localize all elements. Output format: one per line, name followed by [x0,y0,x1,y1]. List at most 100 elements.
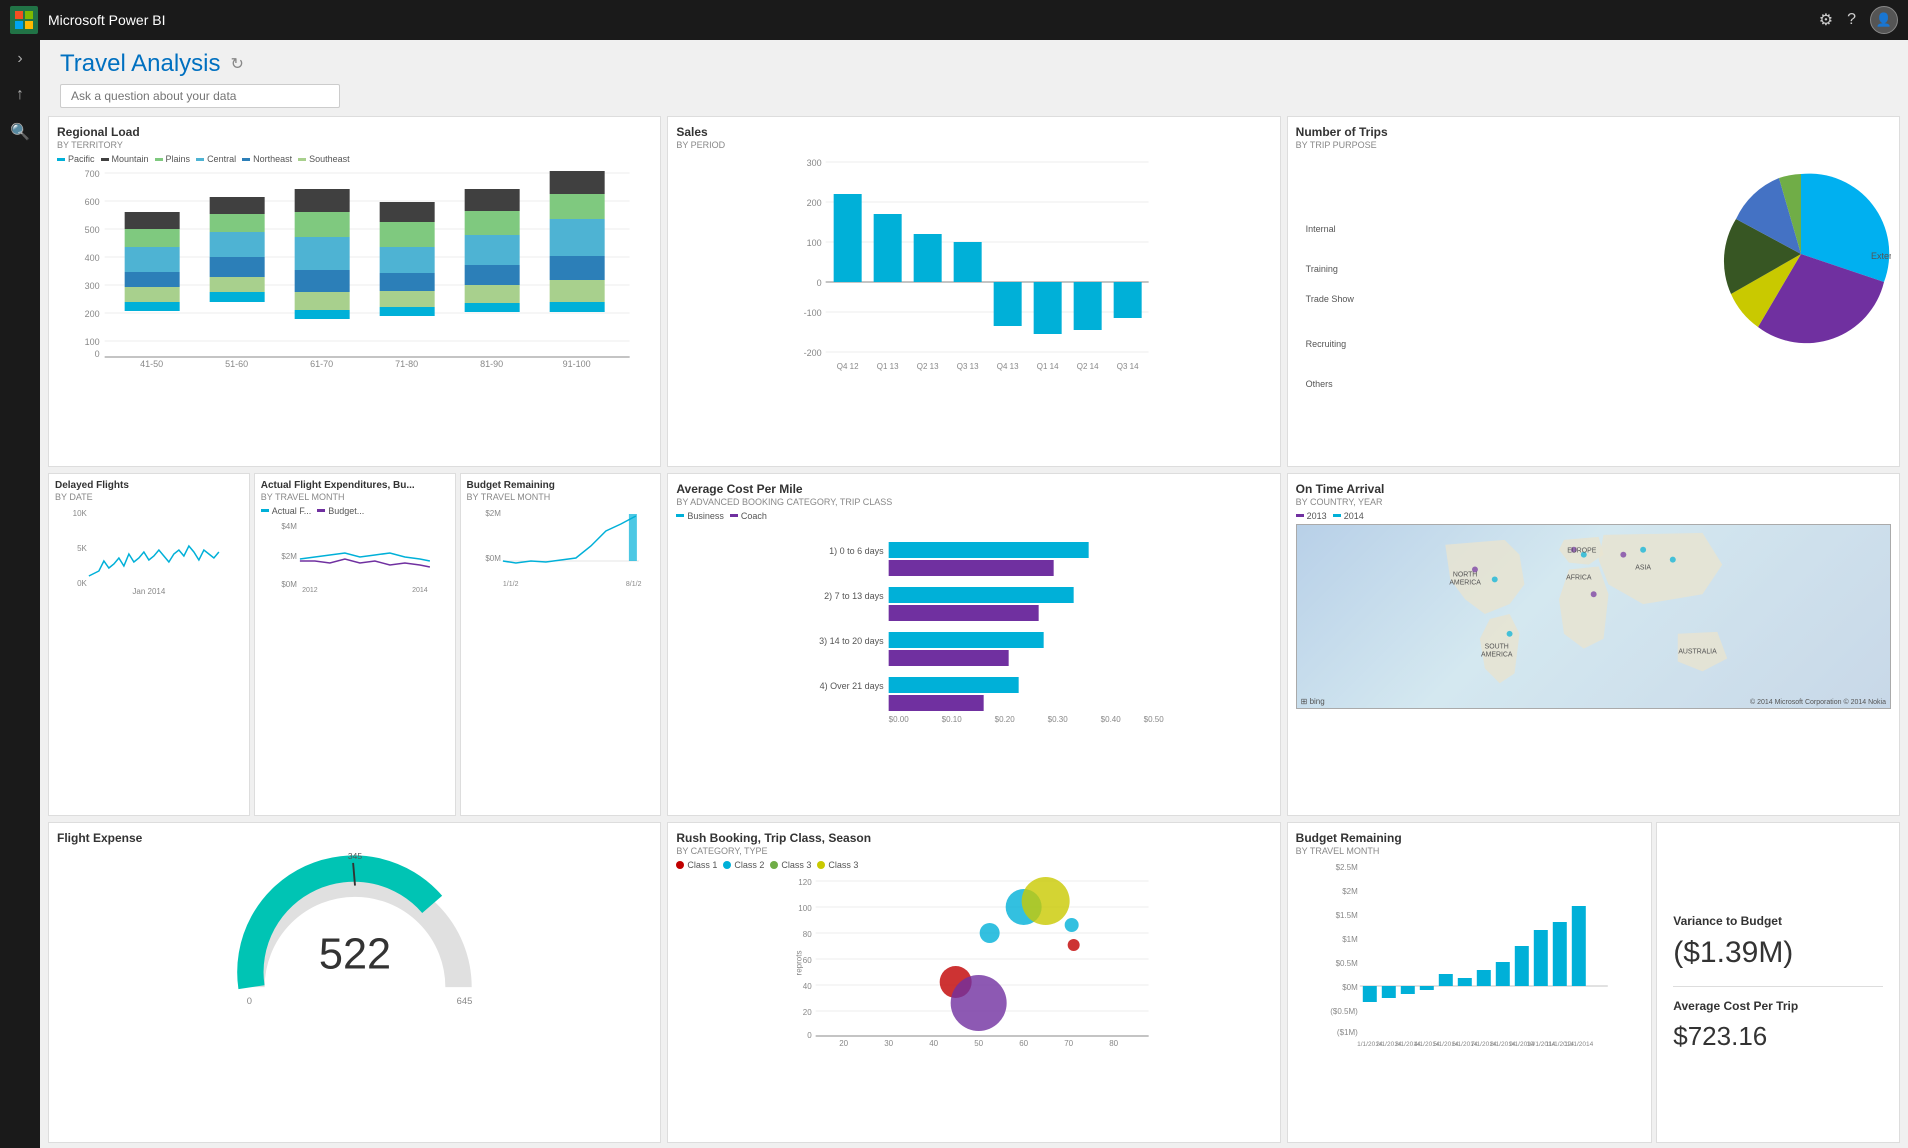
svg-text:AMERICA: AMERICA [1481,651,1513,658]
sales-chart: 300 200 100 0 -100 -200 [676,154,1271,374]
actual-chart: $4M $2M $0M 2012 2014 [261,519,449,594]
bubble-chart: 120 100 80 60 40 20 0 reprots 20 30 [676,873,1271,1048]
main-content: Travel Analysis ↻ Regional Load BY TERRI… [40,40,1908,1148]
search-bar[interactable] [60,84,1888,108]
svg-text:$0.10: $0.10 [942,715,963,724]
svg-text:$0M: $0M [1342,983,1358,992]
svg-text:60: 60 [803,956,812,965]
upload-icon[interactable]: ↑ [16,86,24,104]
budget-line-chart: $2M $0M 1/1/2 8/1/2 [467,506,655,591]
svg-text:$4M: $4M [281,522,297,531]
on-time-card: On Time Arrival BY COUNTRY, YEAR 2013 20… [1287,473,1900,817]
svg-text:400: 400 [85,253,100,263]
svg-text:645: 645 [456,995,472,1006]
svg-text:60: 60 [1020,1039,1029,1048]
search-input[interactable] [60,84,340,108]
budget-bar-chart: $2.5M $2M $1.5M $1M $0.5M $0M ($0.5M) ($… [1296,860,1644,1050]
svg-text:91-100: 91-100 [563,359,591,367]
svg-text:-100: -100 [804,308,822,318]
svg-text:4) Over 21 days: 4) Over 21 days [820,681,885,691]
number-trips-card: Number of Trips BY TRIP PURPOSE Training… [1287,116,1900,467]
svg-text:0: 0 [95,349,100,359]
svg-text:600: 600 [85,197,100,207]
svg-text:200: 200 [85,309,100,319]
regional-load-chart: 700 600 500 400 300 200 100 0 [57,167,652,367]
svg-text:$2.5M: $2.5M [1335,863,1358,872]
regional-load-subtitle: BY TERRITORY [57,140,652,150]
svg-text:Q1 13: Q1 13 [877,362,899,371]
svg-text:EUROPE: EUROPE [1567,547,1597,554]
sales-subtitle: BY PERIOD [676,140,1271,150]
budget-remaining-bar-card: Budget Remaining BY TRAVEL MONTH $2.5M $… [1287,822,1653,1143]
avg-cost-title: Average Cost Per Mile [676,482,1271,496]
svg-text:100: 100 [799,904,813,913]
svg-text:AMERICA: AMERICA [1449,579,1481,586]
svg-text:$2M: $2M [485,509,501,518]
svg-text:Jan 2014: Jan 2014 [132,587,165,596]
mini-cards-row: Delayed Flights BY DATE 10K 5K 0K Jan 20… [48,473,661,817]
svg-text:120: 120 [799,878,813,887]
svg-text:Q3 14: Q3 14 [1117,362,1139,371]
row3-col3: Budget Remaining BY TRAVEL MONTH $2.5M $… [1287,822,1900,1143]
svg-text:2014: 2014 [412,587,428,594]
sales-title: Sales [676,125,1271,139]
avg-trip-label: Average Cost Per Trip [1673,999,1883,1013]
svg-text:2012: 2012 [302,587,318,594]
svg-text:51-60: 51-60 [225,359,248,367]
variance-title: Variance to Budget [1673,914,1883,928]
svg-text:40: 40 [930,1039,939,1048]
avg-cost-card: Average Cost Per Mile BY ADVANCED BOOKIN… [667,473,1280,817]
svg-text:20: 20 [840,1039,849,1048]
delayed-chart: 10K 5K 0K Jan 2014 [55,506,243,596]
svg-text:Q2 13: Q2 13 [917,362,939,371]
refresh-icon[interactable]: ↻ [231,54,244,74]
topbar: Microsoft Power BI ⚙ ? 👤 [0,0,1908,40]
collapse-icon[interactable]: › [17,50,22,68]
svg-text:Q4 13: Q4 13 [997,362,1019,371]
svg-text:300: 300 [85,281,100,291]
svg-text:70: 70 [1065,1039,1074,1048]
svg-text:$0.00: $0.00 [889,715,910,724]
pie-chart: External [1711,164,1891,344]
search-icon[interactable]: 🔍 [10,122,30,142]
regional-load-legend: Pacific Mountain Plains Central Northeas… [57,154,652,164]
svg-text:2) 7 to 13 days: 2) 7 to 13 days [824,591,884,601]
avg-cost-legend: Business Coach [676,511,1271,521]
svg-text:100: 100 [807,238,822,248]
svg-text:300: 300 [807,158,822,168]
on-time-title: On Time Arrival [1296,482,1891,496]
svg-text:71-80: 71-80 [395,359,418,367]
svg-text:$0M: $0M [485,554,501,563]
help-icon[interactable]: ? [1847,11,1856,29]
number-trips-subtitle: BY TRIP PURPOSE [1296,140,1891,150]
flight-expense-title: Flight Expense [57,831,652,845]
budget-line-subtitle: BY TRAVEL MONTH [467,492,655,502]
topbar-title: Microsoft Power BI [48,12,165,28]
rush-booking-card: Rush Booking, Trip Class, Season BY CATE… [667,822,1280,1143]
svg-text:1/1/2: 1/1/2 [502,581,518,588]
svg-text:External: External [1871,251,1891,261]
user-avatar[interactable]: 👤 [1870,6,1898,34]
sales-chart-card: Sales BY PERIOD 300 200 100 0 -100 -200 [667,116,1280,467]
variance-value: ($1.39M) [1673,936,1883,970]
svg-text:80: 80 [803,930,812,939]
svg-text:Q3 13: Q3 13 [957,362,979,371]
rush-legend: Class 1 Class 2 Class 3 Class 3 [676,860,1271,870]
budget-remaining-line-card: Budget Remaining BY TRAVEL MONTH $2M $0M… [460,473,662,817]
svg-text:$1M: $1M [1342,935,1358,944]
settings-icon[interactable]: ⚙ [1819,10,1833,30]
legend-southeast: Southeast [298,154,350,164]
delayed-flights-card: Delayed Flights BY DATE 10K 5K 0K Jan 20… [48,473,250,817]
avg-cost-subtitle: BY ADVANCED BOOKING CATEGORY, TRIP CLASS [676,497,1271,507]
legend-pacific: Pacific [57,154,95,164]
svg-text:345: 345 [348,852,362,862]
budget-line-title: Budget Remaining [467,480,655,491]
actual-flight-subtitle: BY TRAVEL MONTH [261,492,449,502]
svg-text:-200: -200 [804,348,822,358]
svg-text:$0M: $0M [281,580,297,589]
svg-text:Q1 14: Q1 14 [1037,362,1059,371]
svg-text:50: 50 [975,1039,984,1048]
gauge-svg: 0 645 345 522 [215,846,495,1006]
svg-text:41-50: 41-50 [140,359,163,367]
on-time-legend: 2013 2014 [1296,511,1891,521]
